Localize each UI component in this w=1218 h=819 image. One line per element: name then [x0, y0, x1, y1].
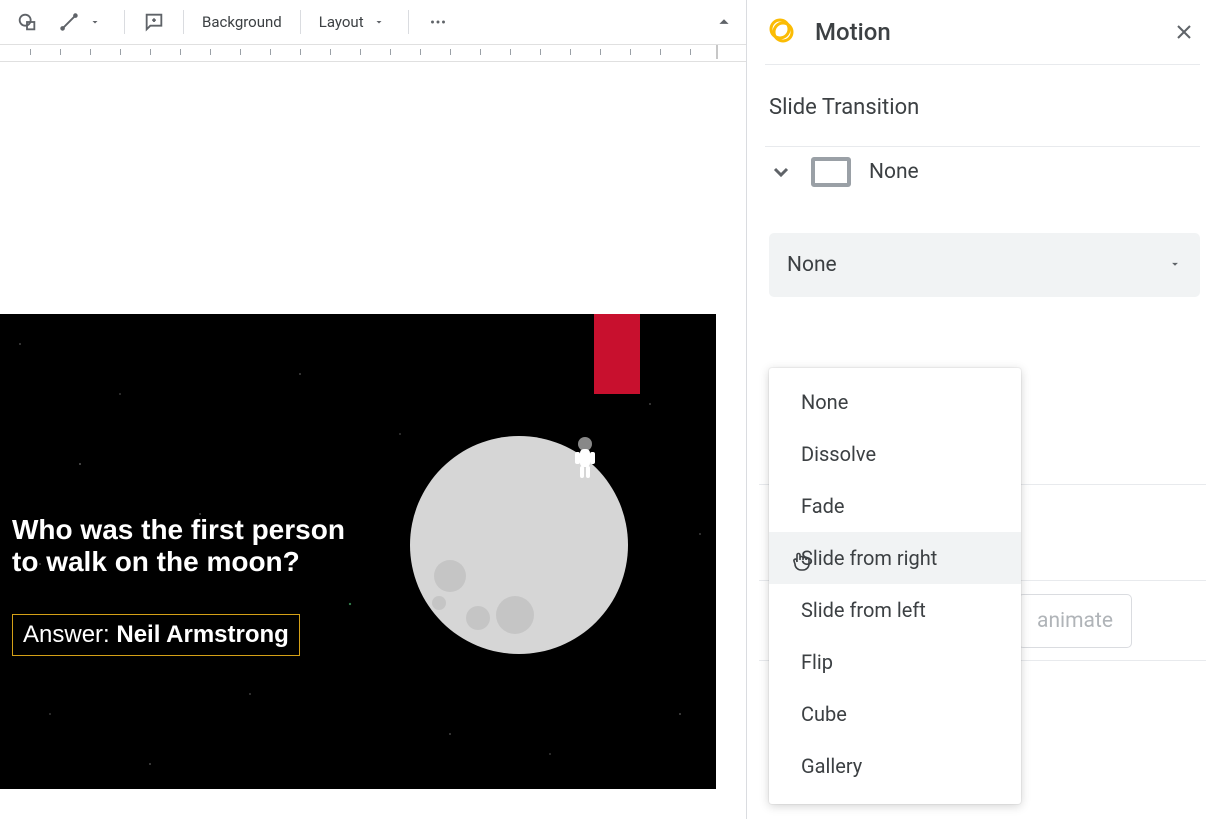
toolbar-separator: [183, 10, 184, 34]
horizontal-ruler: [0, 44, 746, 62]
comment-button[interactable]: [135, 6, 173, 38]
chevron-down-icon: [769, 160, 793, 184]
section-title: Slide Transition: [747, 65, 1218, 146]
answer-person: Neil Armstrong: [116, 621, 288, 648]
line-icon: [58, 11, 80, 33]
dropdown-option-dissolve[interactable]: Dissolve: [769, 428, 1021, 480]
answer-prefix: Answer:: [23, 621, 116, 648]
dropdown-option-none[interactable]: None: [769, 376, 1021, 428]
motion-panel: Motion Slide Transition None None animat…: [746, 0, 1218, 819]
question-line1: Who was the first person: [12, 514, 345, 545]
current-transition-label: None: [869, 160, 919, 184]
red-rectangle-shape[interactable]: [594, 314, 640, 394]
astronaut-image[interactable]: [570, 434, 600, 482]
transition-dropdown-menu: None Dissolve Fade Slide from right Slid…: [769, 368, 1021, 804]
shape-button[interactable]: [8, 6, 46, 38]
crater: [496, 596, 534, 634]
animate-button[interactable]: animate: [1018, 594, 1132, 648]
select-value: None: [787, 253, 837, 277]
more-button[interactable]: [419, 6, 457, 38]
dropdown-option-slide-from-left[interactable]: Slide from left: [769, 584, 1021, 636]
layout-label: Layout: [319, 13, 364, 31]
line-button[interactable]: [50, 6, 114, 38]
close-button[interactable]: [1172, 20, 1196, 44]
expand-button[interactable]: [769, 160, 793, 184]
toolbar-separator: [124, 10, 125, 34]
answer-text-box[interactable]: Answer: Neil Armstrong: [12, 614, 300, 656]
question-text[interactable]: Who was the first person to walk on the …: [12, 514, 345, 578]
canvas-area[interactable]: Who was the first person to walk on the …: [0, 62, 746, 819]
chevron-down-icon: [368, 11, 390, 33]
layout-button[interactable]: Layout: [311, 6, 398, 38]
crater: [466, 606, 490, 630]
collapse-toolbar-button[interactable]: [710, 8, 738, 36]
toolbar-separator: [300, 10, 301, 34]
panel-title: Motion: [815, 18, 1154, 46]
chevron-down-icon: [84, 11, 106, 33]
close-icon: [1172, 20, 1196, 44]
slide[interactable]: Who was the first person to walk on the …: [0, 314, 716, 789]
dropdown-option-flip[interactable]: Flip: [769, 636, 1021, 688]
dropdown-option-fade[interactable]: Fade: [769, 480, 1021, 532]
comment-add-icon: [143, 11, 165, 33]
transition-summary-row[interactable]: None: [747, 147, 1218, 213]
crater: [434, 560, 466, 592]
dropdown-option-slide-from-right[interactable]: Slide from right: [769, 532, 1021, 584]
background-button[interactable]: Background: [194, 6, 290, 38]
dropdown-option-gallery[interactable]: Gallery: [769, 740, 1021, 792]
shape-icon: [16, 11, 38, 33]
dropdown-option-cube[interactable]: Cube: [769, 688, 1021, 740]
transition-select[interactable]: None: [769, 233, 1200, 297]
panel-header: Motion: [747, 0, 1218, 64]
question-line2: to walk on the moon?: [12, 546, 300, 577]
chevron-down-icon: [1168, 253, 1182, 277]
motion-icon: [769, 18, 797, 46]
toolbar-separator: [408, 10, 409, 34]
more-horizontal-icon: [427, 11, 449, 33]
chevron-up-icon: [713, 11, 735, 33]
slide-thumbnail-icon: [811, 157, 851, 187]
crater: [432, 596, 446, 610]
